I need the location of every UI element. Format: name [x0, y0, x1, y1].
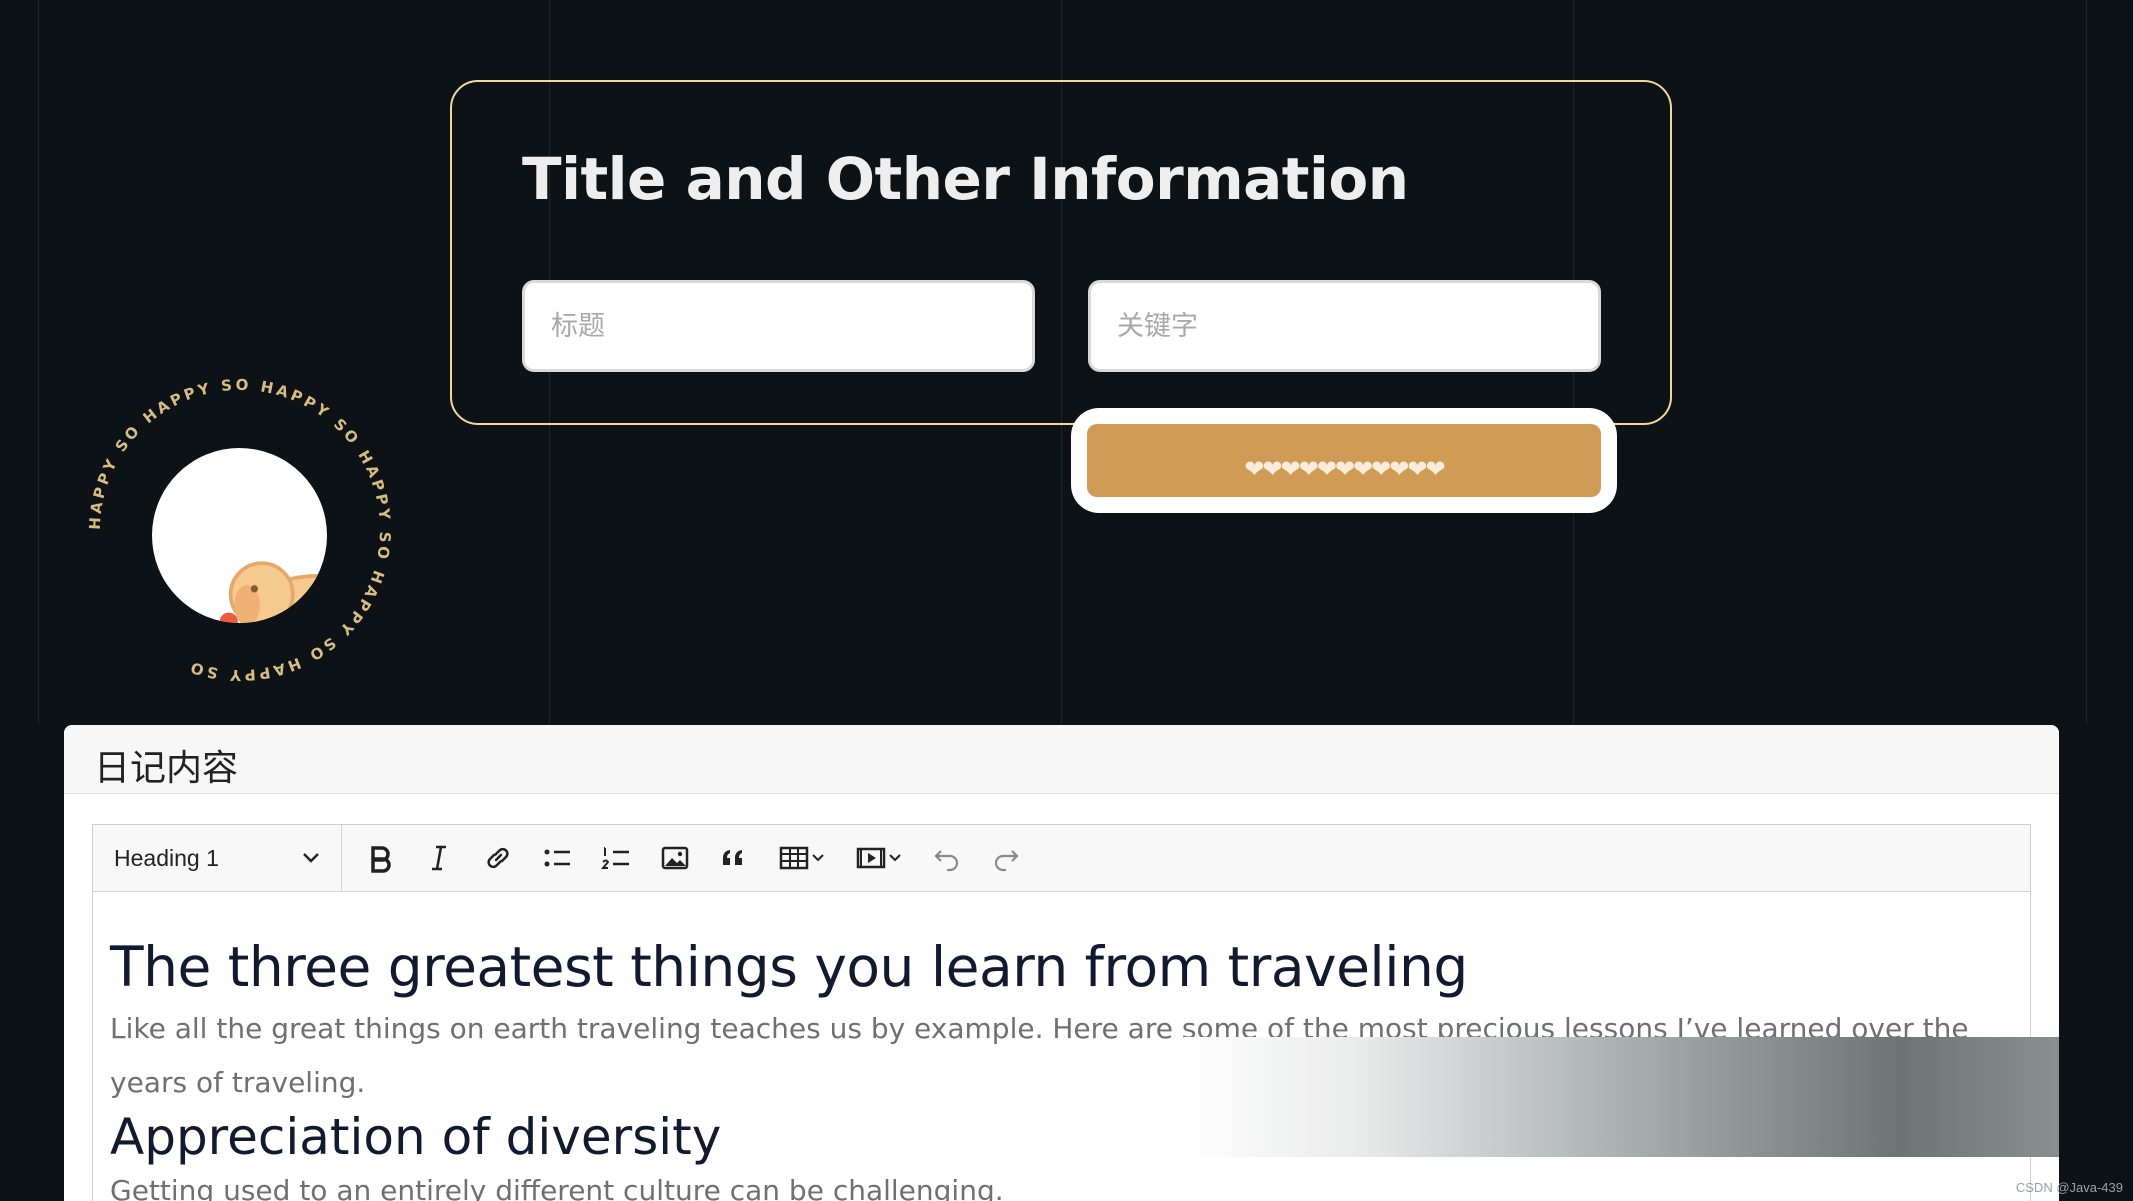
editor-card-title: 日记内容	[64, 725, 2059, 794]
image-icon	[661, 846, 688, 870]
bold-icon	[370, 846, 391, 873]
image-button[interactable]	[645, 832, 704, 884]
keyword-input[interactable]	[1088, 280, 1601, 372]
table-button[interactable]	[763, 832, 840, 884]
redo-icon	[994, 850, 1019, 872]
heading-select[interactable]: Heading 1	[93, 825, 342, 891]
watermark: CSDN @Java-439	[2015, 1180, 2123, 1195]
content-image	[1184, 1037, 2059, 1157]
avatar	[152, 448, 327, 623]
redo-button[interactable]	[976, 832, 1035, 884]
media-icon	[856, 847, 901, 869]
link-button[interactable]	[468, 832, 527, 884]
italic-icon	[431, 845, 446, 871]
info-card: Title and Other Information	[450, 80, 1672, 425]
diary-editor-card: 日记内容 Heading 1 The three greatest things…	[64, 725, 2059, 1201]
numbered-list-icon	[600, 847, 629, 869]
media-button[interactable]	[840, 832, 917, 884]
quote-button[interactable]	[704, 832, 763, 884]
heading-select-value: Heading 1	[114, 844, 219, 871]
dog-icon	[219, 561, 327, 623]
table-icon	[779, 846, 824, 870]
quote-icon	[722, 850, 742, 865]
undo-button[interactable]	[917, 832, 976, 884]
page: Title and Other Information ❤❤❤❤❤❤❤❤❤❤❤ …	[0, 0, 2133, 1201]
bold-button[interactable]	[350, 832, 409, 884]
grid-line	[38, 0, 39, 725]
grid-line	[2086, 0, 2087, 725]
numbered-list-button[interactable]	[586, 832, 645, 884]
bulleted-list-button[interactable]	[527, 832, 586, 884]
link-icon	[486, 847, 509, 869]
submit-button-frame: ❤❤❤❤❤❤❤❤❤❤❤	[1071, 408, 1617, 513]
happy-badge: HAPPY SO HAPPY SO HAPPY SO HAPPY SO HAPP…	[80, 370, 400, 690]
content-paragraph: Getting used to an entirely different cu…	[110, 1174, 1004, 1201]
info-card-title: Title and Other Information	[522, 145, 1409, 213]
italic-button[interactable]	[409, 832, 468, 884]
bulleted-list-icon	[544, 849, 570, 867]
title-input[interactable]	[522, 280, 1035, 372]
submit-button[interactable]: ❤❤❤❤❤❤❤❤❤❤❤	[1087, 424, 1601, 497]
content-heading-1: The three greatest things you learn from…	[110, 935, 1468, 999]
chevron-down-icon	[303, 853, 319, 863]
undo-icon	[933, 850, 958, 872]
editor-toolbar: Heading 1	[93, 825, 2030, 892]
